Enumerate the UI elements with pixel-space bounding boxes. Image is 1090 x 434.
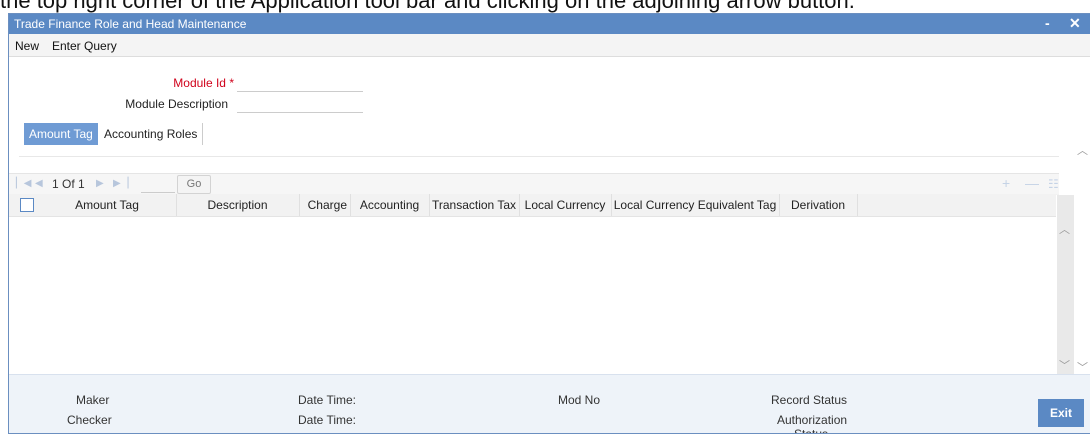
document-text: the top right corner of the Application … [0,0,855,13]
last-page-icon[interactable]: ▶▕ [113,178,128,189]
column-header-transaction-tax[interactable]: Transaction Tax [429,194,520,216]
minimize-icon[interactable]: - [1045,15,1050,31]
checker-label: Checker [67,413,112,427]
column-header-derivation[interactable]: Derivation [779,194,858,216]
required-mark: * [229,76,234,90]
module-description-label: Module Description [125,97,228,111]
new-menu-item[interactable]: New [15,39,39,53]
column-header-local-currency[interactable]: Local Currency [519,194,612,216]
table-header-row: Amount Tag Description Charge Accounting… [9,194,1059,217]
tab-accounting-roles[interactable]: Accounting Roles [99,123,204,145]
module-description-input[interactable] [237,96,363,113]
module-id-label-text: Module Id [173,76,226,90]
column-header-local-currency-equivalent-tag[interactable]: Local Currency Equivalent Tag [611,194,780,216]
tab-amount-tag[interactable]: Amount Tag [24,123,98,145]
checker-date-time-label: Date Time: [298,413,357,427]
audit-footer: Maker Checker Date Time: Date Time: Mod … [9,374,1090,434]
grid-toolbar: ▏◀ ◀ 1 Of 1 ▶ ▶▕ Go + — ☷ [9,173,1059,194]
next-page-icon[interactable]: ▶ [96,178,104,189]
column-header-amount-tag[interactable]: Amount Tag [38,194,177,216]
column-header-charge[interactable]: Charge [299,194,351,216]
page-indicator: 1 Of 1 [52,177,85,191]
exit-button[interactable]: Exit [1038,399,1084,427]
add-row-icon[interactable]: + [1002,175,1010,191]
page-number-input[interactable] [141,176,175,193]
menu-bar: New Enter Query [9,34,1090,57]
maker-label: Maker [76,393,110,407]
column-header-accounting[interactable]: Accounting [350,194,430,216]
select-all-checkbox[interactable] [20,198,34,212]
enter-query-menu-item[interactable]: Enter Query [52,39,117,53]
delete-row-icon[interactable]: — [1025,175,1039,191]
previous-page-icon[interactable]: ◀ [35,178,43,189]
app-window: Trade Finance Role and Head Maintenance … [8,13,1090,434]
mod-no-label: Mod No [558,393,601,407]
columns-list-icon[interactable]: ☷ [1048,177,1059,191]
go-button[interactable]: Go [177,175,211,194]
table-scroll-down-icon[interactable]: ﹀ [1059,357,1070,373]
title-bar: Trade Finance Role and Head Maintenance … [9,14,1090,34]
window-title: Trade Finance Role and Head Maintenance [14,17,247,31]
table-body [9,217,1055,373]
window-scroll-up-icon[interactable]: ︿ [1077,142,1088,158]
window-scroll-down-icon[interactable]: ﹀ [1077,359,1088,375]
column-header-description[interactable]: Description [176,194,300,216]
maker-date-time-label: Date Time: [298,393,357,407]
record-status-label: Record Status [771,393,848,407]
table-scroll-up-icon[interactable]: ︿ [1059,221,1070,237]
window-scrollbar[interactable] [1075,140,1090,380]
module-id-label: Module Id * [69,76,234,90]
document-text-fragment: the top right corner of the Application … [0,0,1090,14]
close-icon[interactable]: ✕ [1069,15,1081,32]
module-id-input[interactable] [237,75,363,92]
first-page-icon[interactable]: ▏◀ [16,178,31,189]
tab-divider [19,156,1059,157]
authorization-status-label: Authorization Status [777,413,848,434]
